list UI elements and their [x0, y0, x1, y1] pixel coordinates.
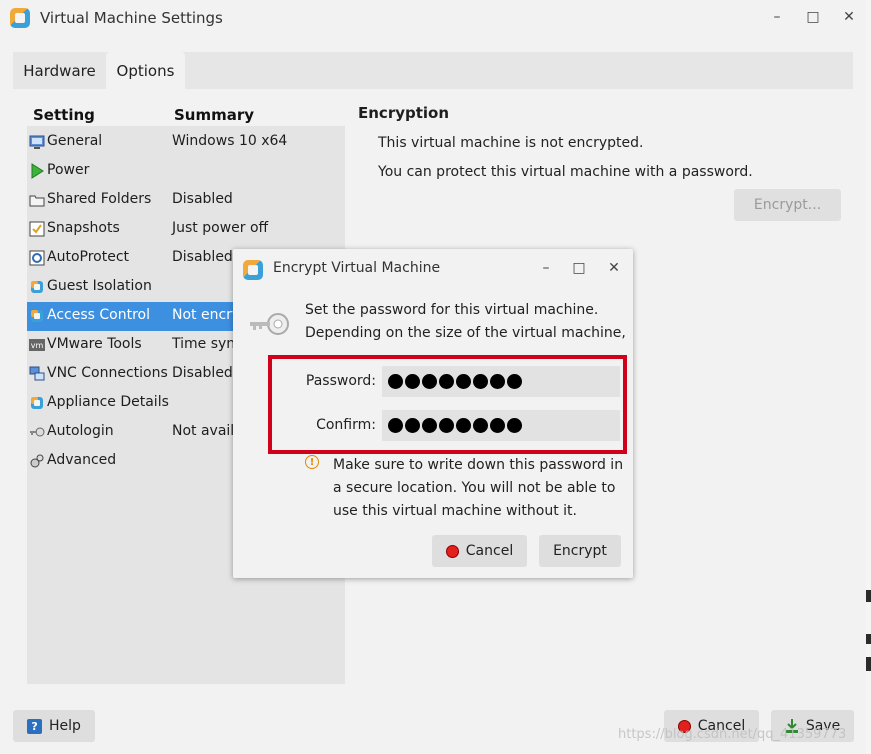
list-item-label: VMware Tools [47, 336, 142, 352]
dialog-close-button[interactable]: ✕ [603, 257, 625, 279]
access-control-icon [31, 310, 43, 322]
power-icon [31, 163, 44, 179]
list-item-summary: Disabled [172, 365, 233, 381]
list-item-summary: Not avail [172, 423, 235, 439]
cancel-icon [445, 544, 459, 558]
key-icon [30, 427, 45, 437]
list-item-summary: Time syn [172, 336, 236, 352]
list-item-label: Power [47, 162, 90, 178]
list-item-summary: Disabled [172, 249, 233, 265]
autoprotect-icon [29, 250, 45, 266]
highlight-box [268, 355, 627, 454]
list-item-summary: Not encry [172, 307, 241, 323]
key-icon [250, 313, 289, 335]
dialog-encrypt-button[interactable]: Encrypt [539, 535, 621, 567]
window-title: Virtual Machine Settings [40, 9, 223, 27]
dialog-warning-line-1: Make sure to write down this password in [333, 457, 624, 473]
summary-column-header: Summary [174, 106, 255, 124]
tab-bar: Hardware Options [13, 52, 853, 89]
warning-icon: ! [305, 455, 319, 469]
tab-options[interactable]: Options [106, 52, 185, 89]
maximize-button[interactable]: □ [802, 6, 824, 28]
list-item-label: Shared Folders [47, 191, 152, 207]
vmware-tools-icon: vm [29, 339, 45, 351]
dialog-minimize-button[interactable]: – [535, 257, 557, 279]
dialog-title: Encrypt Virtual Machine [273, 260, 441, 276]
list-item-general[interactable]: General Windows 10 x64 [27, 128, 345, 157]
encryption-heading: Encryption [358, 104, 450, 122]
close-button[interactable]: ✕ [838, 6, 860, 28]
dialog-intro-line-2: Depending on the size of the virtual mac… [305, 325, 626, 341]
help-button-label: Help [49, 718, 81, 734]
tab-hardware[interactable]: Hardware [13, 52, 106, 89]
snapshot-icon [29, 221, 45, 237]
list-item-label: Advanced [47, 452, 117, 468]
guest-isolation-icon [31, 281, 43, 293]
encryption-hint: You can protect this virtual machine wit… [378, 164, 753, 180]
dialog-cancel-label: Cancel [465, 543, 514, 559]
list-item-label: General [47, 133, 103, 149]
list-item-summary: Windows 10 x64 [172, 133, 288, 149]
appliance-icon [31, 397, 43, 409]
folder-icon [29, 195, 45, 207]
help-icon: ? [27, 718, 43, 734]
list-item-label: AutoProtect [47, 249, 130, 265]
vmware-app-icon [243, 260, 263, 280]
list-item-summary: Disabled [172, 191, 233, 207]
minimize-button[interactable]: – [766, 6, 788, 28]
vmware-app-icon [10, 8, 30, 28]
general-icon [29, 135, 45, 149]
dialog-cancel-button[interactable]: Cancel [432, 535, 527, 567]
encrypt-button-disabled: Encrypt... [734, 189, 841, 221]
dialog-intro-line-1: Set the password for this virtual machin… [305, 302, 599, 318]
list-item-shared-folders[interactable]: Shared Folders Disabled [27, 186, 345, 215]
dialog-encrypt-label: Encrypt [553, 543, 607, 559]
dialog-warning-line-2: a secure location. You will not be able … [333, 480, 616, 496]
list-item-power[interactable]: Power [27, 157, 345, 186]
advanced-icon [30, 454, 44, 468]
list-item-label: Appliance Details [47, 394, 169, 410]
vnc-icon [29, 366, 45, 381]
list-item-label: VNC Connections [47, 365, 168, 381]
list-item-label: Access Control [47, 307, 150, 323]
watermark: https://blog.csdn.net/qq_41359773 [618, 727, 847, 742]
list-item-label: Guest Isolation [47, 278, 152, 294]
svg-text:vm: vm [31, 341, 44, 350]
list-item-label: Snapshots [47, 220, 120, 236]
list-item-summary: Just power off [172, 220, 269, 236]
list-item-label: Autologin [47, 423, 114, 439]
help-button[interactable]: ? Help [13, 710, 95, 742]
title-bar: Virtual Machine Settings – □ ✕ [0, 0, 866, 36]
encryption-status: This virtual machine is not encrypted. [378, 135, 644, 151]
dialog-warning-line-3: use this virtual machine without it. [333, 503, 577, 519]
dialog-maximize-button[interactable]: □ [568, 257, 590, 279]
setting-column-header: Setting [33, 106, 95, 124]
list-item-snapshots[interactable]: Snapshots Just power off [27, 215, 345, 244]
